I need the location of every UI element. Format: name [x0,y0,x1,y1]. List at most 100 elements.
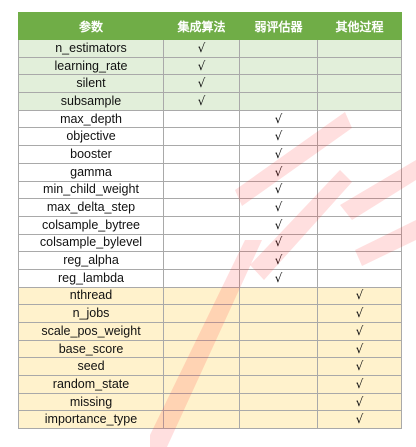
weak-estimator-cell [239,322,318,341]
ensemble-cell: √ [163,92,240,111]
param-cell: missing [18,392,164,412]
other-process-cell: √ [317,392,402,412]
param-cell: importance_type [18,410,164,430]
other-process-cell: √ [317,286,402,306]
param-cell: learning_rate [18,56,164,76]
other-process-cell [317,109,402,129]
weak-estimator-cell: √ [239,127,318,147]
weak-estimator-cell [239,375,318,394]
other-process-cell: √ [317,304,402,323]
param-cell: reg_lambda [18,268,164,288]
weak-estimator-cell: √ [239,233,318,253]
other-process-cell [317,215,402,235]
weak-estimator-cell [239,304,318,323]
table-row: max_delta_step √ [18,198,402,217]
table-row: gamma √ [18,162,402,182]
weak-estimator-cell [239,410,318,430]
other-process-cell [317,233,402,253]
weak-estimator-cell [239,286,318,306]
param-cell: n_jobs [18,304,164,323]
ensemble-cell: √ [163,39,240,58]
param-cell: max_depth [18,109,164,129]
weak-estimator-cell [239,357,318,377]
table-row: missing √ [18,392,402,412]
param-cell: max_delta_step [18,198,164,217]
other-process-cell: √ [317,410,402,430]
ensemble-cell [163,180,240,200]
param-cell: scale_pos_weight [18,322,164,341]
table-row: scale_pos_weight √ [18,322,402,341]
ensemble-cell [163,162,240,182]
weak-estimator-cell [239,339,318,359]
weak-estimator-cell [239,56,318,76]
weak-estimator-cell: √ [239,251,318,270]
weak-estimator-cell: √ [239,145,318,164]
ensemble-cell [163,286,240,306]
other-process-cell: √ [317,375,402,394]
ensemble-cell [163,127,240,147]
ensemble-cell: √ [163,56,240,76]
table-row: base_score √ [18,339,402,359]
weak-estimator-cell: √ [239,180,318,200]
param-cell: nthread [18,286,164,306]
header-weak-estimator: 弱评估器 [239,12,318,40]
table-row: learning_rate √ [18,56,402,76]
weak-estimator-cell: √ [239,109,318,129]
ensemble-cell [163,233,240,253]
other-process-cell [317,162,402,182]
ensemble-cell [163,251,240,270]
other-process-cell [317,92,402,111]
param-cell: seed [18,357,164,377]
table-row: reg_lambda √ [18,268,402,288]
table-row: colsample_bylevel √ [18,233,402,253]
param-cell: booster [18,145,164,164]
other-process-cell [317,268,402,288]
ensemble-cell [163,339,240,359]
header-param: 参数 [18,12,164,40]
ensemble-cell [163,109,240,129]
weak-estimator-cell: √ [239,268,318,288]
other-process-cell [317,39,402,58]
header-ensemble: 集成算法 [163,12,240,40]
table-row: min_child_weight √ [18,180,402,200]
table-row: booster √ [18,145,402,164]
weak-estimator-cell: √ [239,198,318,217]
table-row: colsample_bytree √ [18,215,402,235]
table-row: reg_alpha √ [18,251,402,270]
other-process-cell [317,145,402,164]
ensemble-cell [163,145,240,164]
table-row: nthread √ [18,286,402,306]
table-row: objective √ [18,127,402,147]
ensemble-cell [163,198,240,217]
ensemble-cell [163,392,240,412]
table-row: random_state √ [18,375,402,394]
ensemble-cell [163,357,240,377]
other-process-cell [317,180,402,200]
param-cell: reg_alpha [18,251,164,270]
parameter-table-container: 参数 集成算法 弱评估器 其他过程 n_estimators √ learning_… [18,12,402,430]
param-cell: min_child_weight [18,180,164,200]
header-other-process: 其他过程 [317,12,402,40]
weak-estimator-cell [239,92,318,111]
table-row: n_jobs √ [18,304,402,323]
parameter-table: 参数 集成算法 弱评估器 其他过程 n_estimators √ learning_… [18,12,402,430]
ensemble-cell [163,322,240,341]
table-row: silent √ [18,74,402,94]
table-row: subsample √ [18,92,402,111]
param-cell: silent [18,74,164,94]
ensemble-cell: √ [163,74,240,94]
weak-estimator-cell [239,392,318,412]
other-process-cell [317,251,402,270]
param-cell: n_estimators [18,39,164,58]
table-row: seed √ [18,357,402,377]
ensemble-cell [163,375,240,394]
table-row: importance_type √ [18,410,402,430]
weak-estimator-cell: √ [239,215,318,235]
ensemble-cell [163,215,240,235]
table-body: n_estimators √ learning_rate √ silent √ subsam… [18,39,402,430]
table-row: max_depth √ [18,109,402,129]
param-cell: objective [18,127,164,147]
other-process-cell: √ [317,357,402,377]
ensemble-cell [163,410,240,430]
other-process-cell: √ [317,322,402,341]
